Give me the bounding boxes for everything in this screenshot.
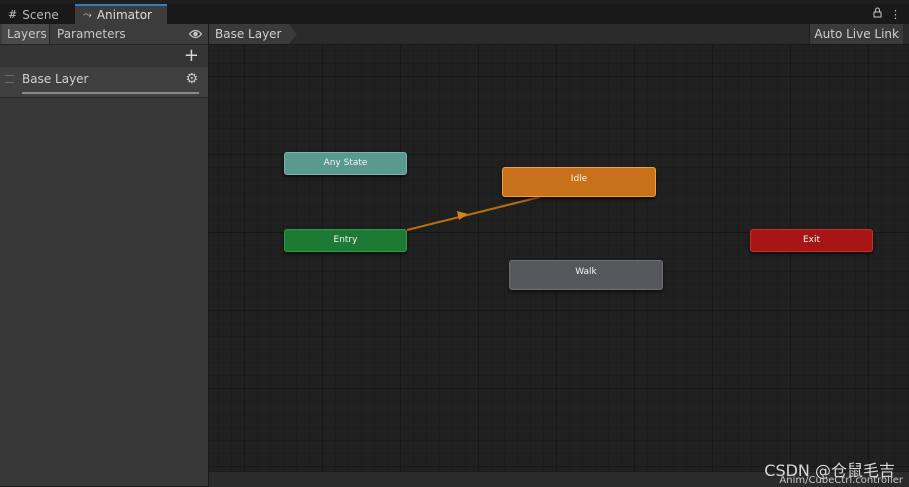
animator-graph-canvas[interactable] [209,24,909,486]
tab-parameters[interactable]: Parameters [52,24,128,44]
layers-panel: Layers Parameters + Base Layer ⚙ [0,24,209,486]
tab-scene[interactable]: # Scene [0,5,74,24]
animator-icon: ⤳ [83,8,92,21]
state-walk[interactable]: Walk [509,260,663,290]
state-exit[interactable]: Exit [750,229,873,252]
layer-item-base-layer[interactable]: Base Layer ⚙ [0,67,208,98]
layer-weight-bar [22,92,199,94]
grid-icon: # [8,8,18,21]
window-controls: ⋮ [873,5,901,23]
breadcrumb-base-layer[interactable]: Base Layer [209,24,289,44]
state-idle[interactable]: Idle [502,167,656,197]
auto-live-link-button[interactable]: Auto Live Link [809,24,903,44]
tab-animator[interactable]: ⤳ Animator [75,4,167,24]
kebab-menu-icon[interactable]: ⋮ [890,8,901,21]
breadcrumb-bar: Base Layer Auto Live Link [209,24,909,45]
gear-icon[interactable]: ⚙ [185,71,198,87]
lock-icon[interactable] [873,7,882,21]
drag-handle-icon[interactable] [5,75,14,83]
tab-scene-label: Scene [22,7,59,22]
controller-path: Anim/CubeCtrl.controller [779,475,903,486]
layer-name: Base Layer [22,72,89,86]
layers-panel-toolbar: Layers Parameters [0,24,208,45]
state-any-state[interactable]: Any State [284,152,407,175]
eye-icon[interactable] [189,28,202,40]
breadcrumb-arrow [289,24,297,44]
tab-layers[interactable]: Layers [2,24,50,44]
tab-animator-label: Animator [96,8,152,22]
state-entry[interactable]: Entry [284,229,407,252]
add-layer-button[interactable]: + [184,46,199,66]
window-tab-bar: # Scene ⤳ Animator ⋮ [0,0,909,25]
add-layer-row: + [0,45,208,68]
